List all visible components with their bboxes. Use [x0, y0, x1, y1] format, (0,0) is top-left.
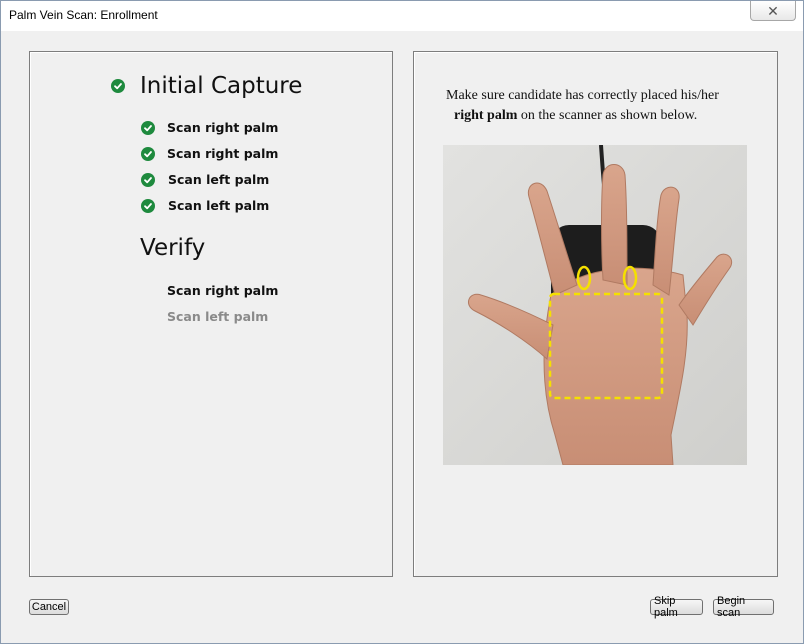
- step-label: Scan right palm: [167, 120, 279, 135]
- palm-placement-image: [443, 145, 747, 465]
- step-label: Scan left palm: [167, 309, 269, 324]
- instruction-text: Make sure candidate has correctly placed…: [446, 86, 766, 126]
- step-label: Scan right palm: [167, 146, 279, 161]
- close-button[interactable]: ✕: [750, 1, 796, 21]
- instruction-emphasis: right palm: [454, 108, 518, 123]
- verify-title: Verify: [140, 235, 206, 261]
- cancel-button[interactable]: Cancel: [29, 599, 69, 615]
- initial-capture-title: Initial Capture: [140, 73, 303, 99]
- hand-on-scanner-illustration: [443, 145, 747, 465]
- step-item: Scan left palm: [167, 309, 268, 324]
- verify-header: Verify: [140, 235, 205, 261]
- check-circle-icon: [141, 120, 155, 135]
- begin-scan-button[interactable]: Begin scan: [713, 595, 774, 619]
- step-item: Scan right palm: [141, 146, 278, 161]
- step-label: Scan left palm: [168, 172, 270, 187]
- title-bar: Palm Vein Scan: Enrollment ✕: [1, 1, 803, 31]
- close-icon: ✕: [767, 2, 779, 19]
- check-circle-icon: [141, 146, 155, 161]
- instruction-line-2-rest: on the scanner as shown below.: [517, 108, 698, 123]
- step-item: Scan right palm: [167, 283, 278, 298]
- step-item: Scan right palm: [141, 120, 278, 135]
- window-title: Palm Vein Scan: Enrollment: [9, 8, 158, 22]
- check-circle-icon: [141, 198, 155, 213]
- step-item: Scan left palm: [141, 172, 269, 187]
- instruction-line-2: right palm on the scanner as shown below…: [446, 106, 766, 126]
- step-item: Scan left palm: [141, 198, 269, 213]
- instruction-line-1: Make sure candidate has correctly placed…: [446, 88, 719, 103]
- skip-palm-button[interactable]: Skip palm: [650, 595, 703, 619]
- enrollment-window: Palm Vein Scan: Enrollment ✕ Initial Cap…: [0, 0, 804, 644]
- step-label: Scan right palm: [167, 283, 279, 298]
- step-label: Scan left palm: [168, 198, 270, 213]
- initial-capture-header: Initial Capture: [111, 73, 302, 99]
- check-circle-icon: [141, 172, 155, 187]
- check-circle-icon: [111, 79, 125, 93]
